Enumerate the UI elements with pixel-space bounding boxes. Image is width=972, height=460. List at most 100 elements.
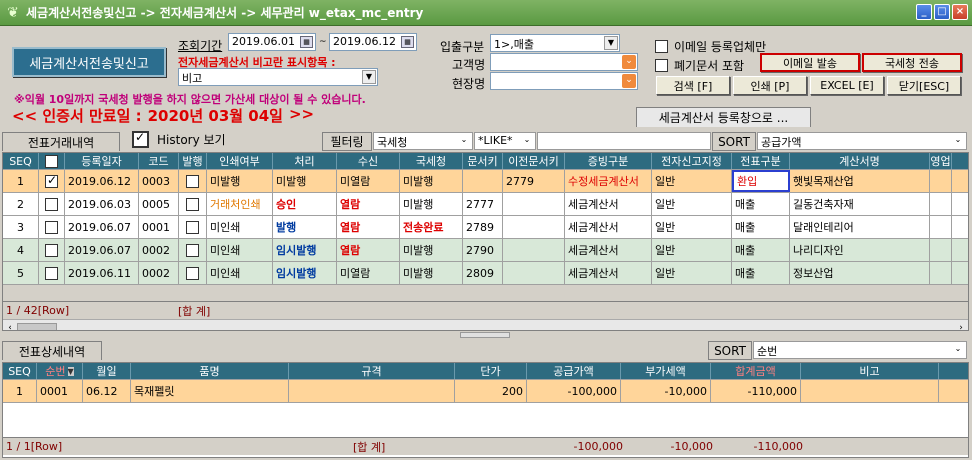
calendar-icon[interactable]: ▦ — [401, 36, 414, 48]
chevron-down-icon[interactable]: ⌄ — [457, 134, 471, 148]
customer-input[interactable]: ⌄ — [490, 53, 638, 71]
minimize-button[interactable]: _ — [916, 4, 932, 20]
col-type[interactable]: 증빙구분 — [565, 153, 652, 169]
col-check[interactable] — [39, 153, 65, 169]
maximize-button[interactable]: □ — [934, 4, 950, 20]
calendar-icon[interactable]: ▦ — [300, 36, 313, 48]
col-total[interactable]: 합계금액 — [711, 363, 801, 379]
detail-grid-footer: 1 / 1[Row] [합 계] -100,000 -10,000 -110,0… — [3, 437, 968, 455]
remark-select[interactable]: 비고 ▼ — [178, 68, 378, 86]
table-row[interactable]: 1 0001 06.12 목재펠릿 200 -100,000 -10,000 -… — [3, 380, 968, 403]
sort-dropdown-icon[interactable]: ▼ — [67, 366, 74, 376]
closed-docs-checkbox[interactable] — [655, 59, 668, 72]
chevron-down-icon[interactable]: ▼ — [362, 70, 376, 84]
history-checkbox[interactable] — [132, 130, 149, 148]
table-row[interactable]: 5 2019.06.11 0002 미인쇄 임시발행 미열람 미발행 2809 … — [3, 262, 968, 285]
io-select[interactable]: 1>,매출 ▼ — [490, 34, 620, 52]
print-button[interactable]: 인쇄 [P] — [733, 76, 807, 95]
col-vat[interactable]: 부가세액 — [621, 363, 711, 379]
col-seq[interactable]: SEQ — [3, 153, 39, 169]
col-edecl[interactable]: 전자신고지정 — [652, 153, 732, 169]
col-spec[interactable]: 규격 — [289, 363, 455, 379]
table-row[interactable]: 3 2019.06.07 0001 미인쇄 발행 열람 전송완료 2789 세금… — [3, 216, 968, 239]
register-tab[interactable]: 세금계산서 등록창으로 ... — [636, 107, 811, 127]
detail-sort-select[interactable]: 순번 ⌄ — [753, 341, 967, 359]
sum-label: [합 계] — [178, 304, 211, 318]
col-supply[interactable]: 공급가액 — [527, 363, 621, 379]
site-label: 현장명 — [452, 77, 486, 91]
col-name[interactable]: 계산서명 — [790, 153, 930, 169]
filter-field-select[interactable]: 국세청 ⌄ — [373, 132, 473, 150]
scroll-thumb[interactable] — [17, 322, 57, 330]
table-row[interactable]: 2 2019.06.03 0005 거래처인쇄 승인 열람 미발행 2777 세… — [3, 193, 968, 216]
col-print[interactable]: 인쇄여부 — [207, 153, 273, 169]
period-label: 조회기간 — [178, 39, 223, 53]
close-button[interactable]: 닫기[ESC] — [887, 76, 961, 95]
table-row[interactable]: 1 2019.06.12 0003 미발행 미발행 미열람 미발행 2779 수… — [3, 170, 968, 193]
history-option[interactable]: History 보기 — [132, 130, 226, 148]
col-nts[interactable]: 국세청 — [400, 153, 463, 169]
issue-checkbox[interactable] — [186, 197, 199, 211]
email-only-option[interactable]: 이메일 등록업체만 — [655, 38, 766, 55]
issue-checkbox[interactable] — [186, 220, 199, 234]
scroll-right-icon[interactable]: › — [954, 323, 968, 331]
excel-button[interactable]: EXCEL [E] — [810, 76, 884, 95]
email-only-checkbox[interactable] — [655, 40, 668, 53]
lookup-icon[interactable]: ⌄ — [622, 74, 636, 88]
filter-op-select[interactable]: *LIKE* ⌄ — [474, 132, 536, 150]
chevron-down-icon[interactable]: ▼ — [604, 36, 618, 50]
splitter-handle[interactable] — [460, 332, 510, 338]
col-seq[interactable]: SEQ — [3, 363, 37, 379]
scroll-left-icon[interactable]: ‹ — [3, 323, 17, 331]
main-menu-button[interactable]: 세금계산서전송및신고 — [12, 47, 166, 77]
col-issue[interactable]: 발행 — [179, 153, 207, 169]
detail-sort-label: SORT — [708, 341, 752, 360]
email-send-button[interactable]: 이메일 발송 — [760, 53, 860, 72]
table-row[interactable]: 4 2019.06.07 0002 미인쇄 임시발행 열람 미발행 2790 세… — [3, 239, 968, 262]
select-all-checkbox[interactable] — [45, 154, 58, 168]
col-proc[interactable]: 처리 — [273, 153, 337, 169]
title-bar: ❦ 세금계산서전송및신고 -> 전자세금계산서 -> 세무관리 w_etax_m… — [0, 0, 972, 26]
col-price[interactable]: 단가 — [455, 363, 527, 379]
col-dockey[interactable]: 문서키 — [463, 153, 503, 169]
sum-vat: -10,000 — [670, 440, 713, 453]
col-recv[interactable]: 수신 — [337, 153, 400, 169]
row-checkbox[interactable] — [45, 243, 58, 257]
row-checkbox[interactable] — [45, 197, 58, 211]
horizontal-scrollbar[interactable]: ‹ › — [3, 319, 968, 331]
search-button[interactable]: 검색 [F] — [656, 76, 730, 95]
row-checkbox[interactable] — [45, 173, 58, 188]
col-md[interactable]: 월일 — [83, 363, 131, 379]
filter-value-input[interactable] — [537, 132, 711, 150]
row-checkbox[interactable] — [45, 266, 58, 280]
date-from-input[interactable]: 2019.06.01 ▦ — [228, 33, 316, 51]
closed-docs-option[interactable]: 폐기문서 포함 — [655, 57, 744, 74]
issue-checkbox[interactable] — [186, 266, 199, 280]
io-label: 입출구분 — [440, 40, 485, 54]
detail-row-count: 1 / 1[Row] — [6, 440, 63, 453]
issue-checkbox[interactable] — [186, 243, 199, 257]
col-sales[interactable]: 영업 — [930, 153, 952, 169]
col-code[interactable]: 코드 — [139, 153, 179, 169]
slip-grid-header: SEQ 등록일자 코드 발행 인쇄여부 처리 수신 국세청 문서키 이전문서키 … — [3, 153, 968, 170]
tab-slip-details[interactable]: 전표상세내역 — [2, 341, 102, 360]
chevron-down-icon[interactable]: ⌄ — [951, 343, 965, 357]
site-input[interactable]: ⌄ — [490, 72, 638, 90]
date-to-input[interactable]: 2019.06.12 ▦ — [329, 33, 417, 51]
col-item[interactable]: 품명 — [131, 363, 289, 379]
chevron-down-icon[interactable]: ⌄ — [520, 134, 534, 148]
col-slip[interactable]: 전표구분 — [732, 153, 790, 169]
sort-select[interactable]: 공급가액 ⌄ — [757, 132, 967, 150]
tab-slip-transactions[interactable]: 전표거래내역 — [2, 132, 120, 151]
lookup-icon[interactable]: ⌄ — [622, 55, 636, 69]
issue-checkbox[interactable] — [186, 174, 199, 188]
nts-send-button[interactable]: 국세청 전송 — [862, 53, 962, 72]
col-note[interactable]: 비고 — [801, 363, 939, 379]
col-date[interactable]: 등록일자 — [65, 153, 139, 169]
row-checkbox[interactable] — [45, 220, 58, 234]
col-no[interactable]: 순번 ▼ — [37, 363, 83, 379]
close-window-button[interactable]: × — [952, 4, 968, 20]
filter-label: 필터링 — [322, 132, 372, 151]
chevron-down-icon[interactable]: ⌄ — [951, 134, 965, 148]
col-prevkey[interactable]: 이전문서키 — [503, 153, 565, 169]
